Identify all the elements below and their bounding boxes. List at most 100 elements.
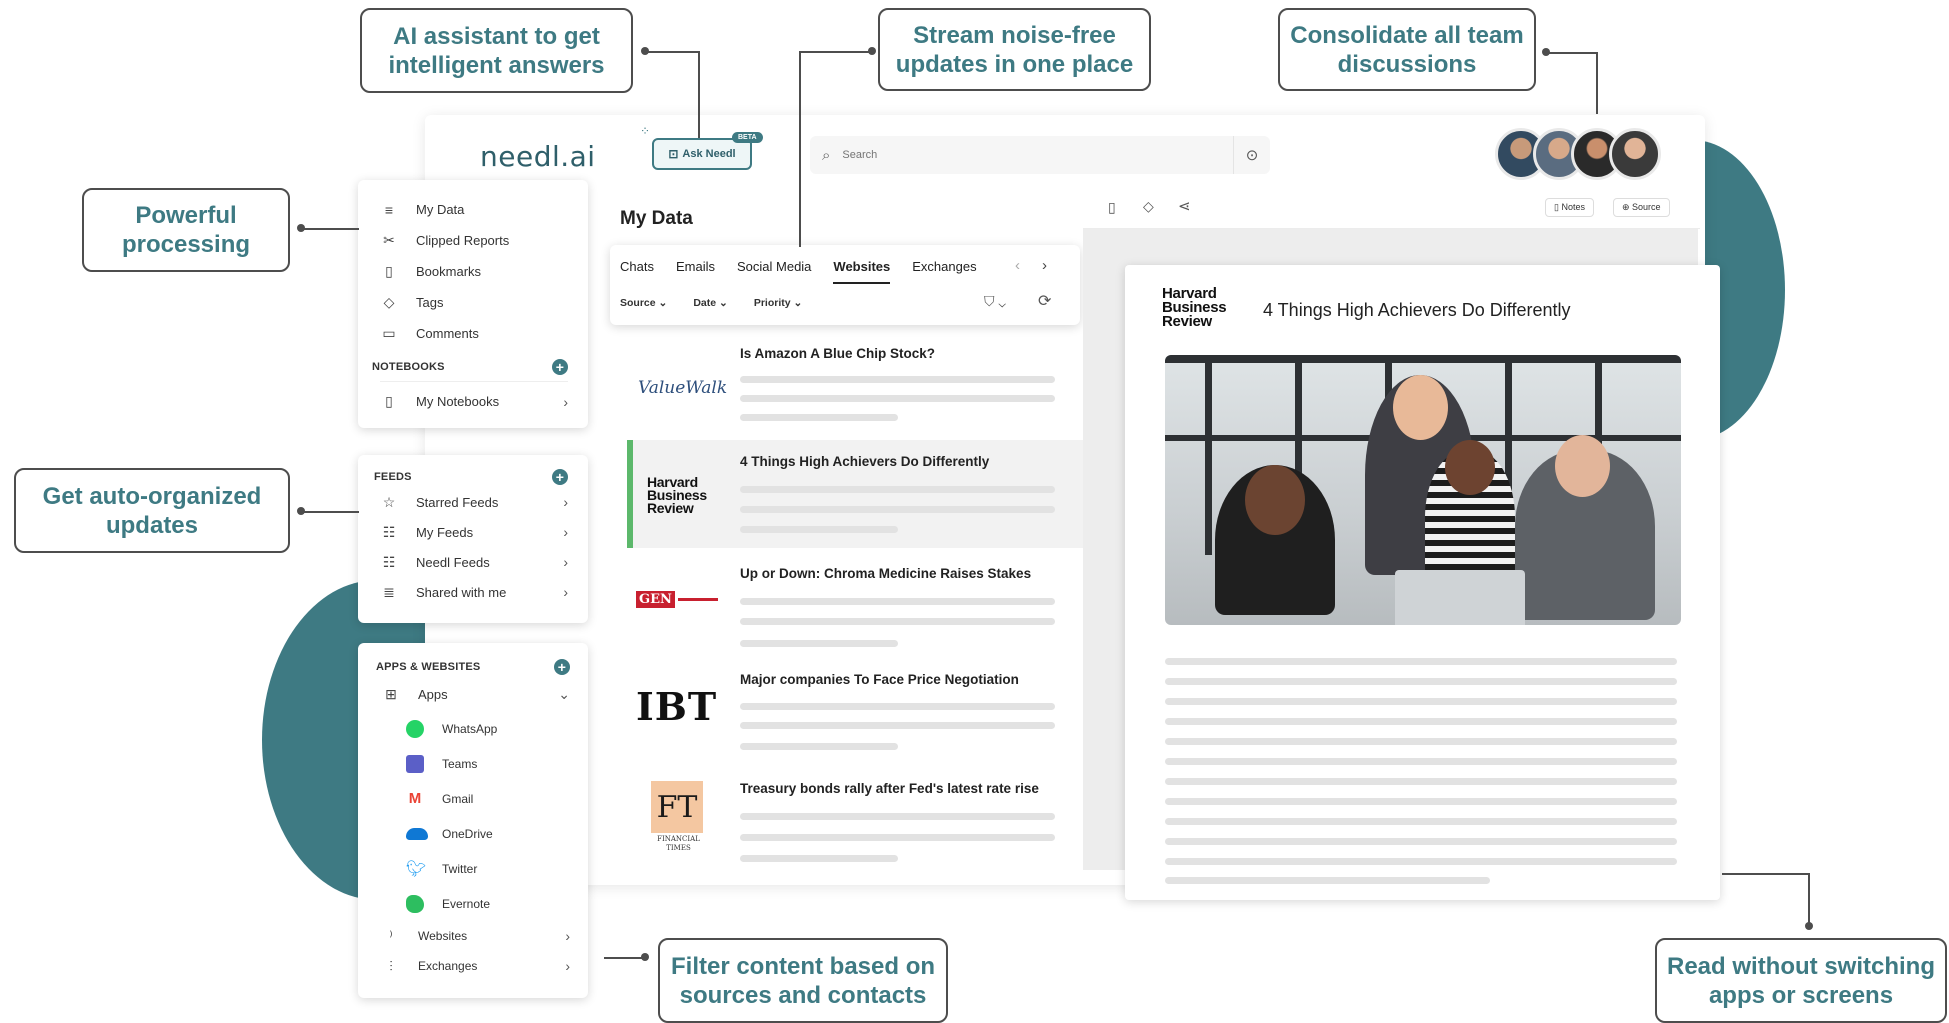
- twitter-icon: 🐦︎: [406, 860, 427, 878]
- list-item-title: 4 Things High Achievers Do Differently: [740, 454, 990, 469]
- refresh-icon[interactable]: ⟳: [1038, 291, 1051, 311]
- search-bar[interactable]: ⌕ ⊙: [810, 136, 1270, 174]
- text-placeholder: [740, 618, 1055, 625]
- text-placeholder: [1165, 738, 1677, 745]
- filter-source-dropdown[interactable]: Source ⌄: [620, 297, 667, 309]
- sidebar-item-my-feeds[interactable]: ☷ My Feeds ›: [380, 517, 568, 547]
- add-app-button[interactable]: +: [554, 659, 570, 675]
- text-placeholder: [740, 486, 1055, 493]
- sidebar-item-label: My Notebooks: [416, 394, 500, 409]
- connector-line: [1546, 52, 1598, 54]
- feeds-heading: FEEDS +: [374, 467, 568, 487]
- tabs-filter-card: Chats Emails Social Media Websites Excha…: [610, 245, 1080, 325]
- notes-label: Notes: [1561, 202, 1585, 212]
- add-feed-button[interactable]: +: [552, 469, 568, 485]
- connector-line: [301, 511, 359, 513]
- chevron-right-icon[interactable]: ›: [1042, 257, 1047, 274]
- advanced-search-icon[interactable]: ⊙: [1233, 136, 1270, 174]
- sidebar-item-starred-feeds[interactable]: ☆ Starred Feeds ›: [380, 487, 568, 517]
- star-icon: ☆: [382, 493, 396, 510]
- callout-filter: Filter content based on sources and cont…: [658, 938, 948, 1023]
- source-logo-hbr: Harvard Business Review: [647, 474, 707, 516]
- share-icon[interactable]: ⋖: [1178, 197, 1191, 215]
- tab-websites[interactable]: Websites: [833, 259, 891, 284]
- article-title: 4 Things High Achievers Do Differently: [1263, 300, 1571, 320]
- sidebar-item-shared-with-me[interactable]: ≣ Shared with me ›: [380, 577, 568, 607]
- tab-emails[interactable]: Emails: [676, 259, 715, 284]
- sidebar-item-label: Clipped Reports: [416, 233, 510, 248]
- onedrive-icon: [406, 827, 428, 840]
- tab-exchanges[interactable]: Exchanges: [912, 259, 976, 284]
- app-label: WhatsApp: [442, 721, 498, 736]
- app-item-twitter[interactable]: 🐦︎ Twitter: [406, 851, 570, 886]
- chevron-right-icon: ›: [563, 393, 568, 410]
- sidebar-item-label: Bookmarks: [416, 264, 482, 279]
- sidebar-item-exchanges[interactable]: ⫶ Exchanges ›: [382, 951, 570, 981]
- text-placeholder: [1165, 838, 1677, 845]
- chevron-right-icon: ›: [563, 494, 568, 510]
- source-button[interactable]: ⊕ Source: [1613, 198, 1670, 217]
- search-input[interactable]: [840, 148, 1225, 162]
- tag-icon[interactable]: ◇: [1143, 198, 1154, 215]
- chevron-right-icon: ›: [563, 524, 568, 540]
- app-item-teams[interactable]: Teams: [406, 746, 570, 781]
- source-logo-gen: GEN: [636, 591, 718, 608]
- notebook-icon: ▯: [385, 393, 393, 409]
- bookmark-icon[interactable]: ▯: [1108, 199, 1116, 216]
- sidebar-item-my-notebooks[interactable]: ▯ My Notebooks ›: [380, 386, 568, 417]
- article-publisher-logo: Harvard Business Review: [1162, 285, 1227, 330]
- sidebar-item-apps[interactable]: ⊞ Apps ⌄: [382, 677, 570, 711]
- filter-icon[interactable]: ⛉ ⌄: [984, 293, 1006, 310]
- beta-badge: BETA: [732, 132, 763, 143]
- connector-line: [1596, 52, 1598, 114]
- sidebar-item-comments[interactable]: ▭ Comments: [380, 318, 568, 349]
- connector-line: [1808, 873, 1810, 925]
- sidebar-item-clipped-reports[interactable]: ✂ Clipped Reports: [380, 225, 568, 256]
- text-placeholder: [1165, 718, 1677, 725]
- sidebar-item-my-data[interactable]: ≡ My Data: [380, 194, 568, 225]
- avatar[interactable]: [1609, 128, 1661, 180]
- reader-toolbar: ▯ ◇ ⋖ ▯ Notes ⊕ Source: [1083, 190, 1700, 229]
- ft-logo-text: FT: [656, 789, 698, 825]
- text-placeholder: [1165, 778, 1677, 785]
- source-label: Source: [1632, 202, 1661, 212]
- text-placeholder: [740, 395, 1055, 402]
- callout-stream-updates: Stream noise-free updates in one place: [878, 8, 1151, 91]
- app-item-gmail[interactable]: M Gmail: [406, 781, 570, 816]
- filter-priority-dropdown[interactable]: Priority ⌄: [754, 297, 802, 309]
- apps-websites-heading: APPS & WEBSITES +: [376, 657, 570, 677]
- list-item-title: Treasury bonds rally after Fed's latest …: [740, 781, 1039, 796]
- notes-button[interactable]: ▯ Notes: [1545, 198, 1594, 217]
- callout-ai-assistant: AI assistant to get intelligent answers: [360, 8, 633, 93]
- sidebar-item-tags[interactable]: ◇ Tags: [380, 287, 568, 318]
- sidebar-item-label: My Feeds: [416, 524, 474, 540]
- sidebar-item-label: Comments: [416, 326, 479, 341]
- text-placeholder: [1165, 758, 1677, 765]
- filter-date-dropdown[interactable]: Date ⌄: [693, 297, 727, 309]
- sidebar-item-bookmarks[interactable]: ▯ Bookmarks: [380, 256, 568, 287]
- app-label: Twitter: [442, 861, 478, 876]
- sidebar-item-needl-feeds[interactable]: ☷ Needl Feeds ›: [380, 547, 568, 577]
- chevron-left-icon[interactable]: ‹: [1015, 257, 1020, 274]
- chevron-right-icon: ›: [563, 554, 568, 570]
- text-placeholder: [740, 743, 898, 750]
- tab-social-media[interactable]: Social Media: [737, 259, 811, 284]
- chevron-right-icon: ›: [565, 928, 570, 944]
- app-item-whatsapp[interactable]: WhatsApp: [406, 711, 570, 746]
- sidebar-item-websites[interactable]: ⁾ Websites ›: [382, 921, 570, 951]
- tag-icon: ◇: [383, 294, 395, 310]
- tab-chats[interactable]: Chats: [620, 259, 654, 284]
- text-placeholder: [740, 640, 898, 647]
- comment-icon: ▭: [382, 325, 396, 341]
- ft-logo-caption: FINANCIAL TIMES: [657, 835, 700, 852]
- app-item-onedrive[interactable]: OneDrive: [406, 816, 570, 851]
- add-notebook-button[interactable]: +: [552, 359, 568, 375]
- ft-logo-box: FT: [651, 781, 703, 833]
- app-item-evernote[interactable]: Evernote: [406, 886, 570, 921]
- section-label: NOTEBOOKS: [372, 361, 445, 373]
- tab-bar: Chats Emails Social Media Websites Excha…: [620, 259, 989, 284]
- sidebar-item-label: Starred Feeds: [416, 494, 499, 510]
- notebooks-heading: NOTEBOOKS +: [372, 357, 568, 382]
- article-hero-image: [1165, 355, 1681, 625]
- connector-line: [800, 51, 872, 53]
